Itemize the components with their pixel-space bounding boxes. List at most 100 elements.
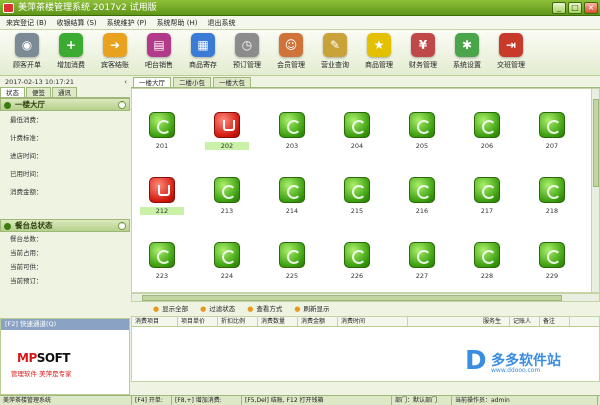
menu-item[interactable]: 系统维护 (P) [107,16,147,29]
exit-door-icon: ⇥ [499,33,523,57]
summary-panel-header[interactable]: 餐台总状态 ˄ [0,219,130,232]
table-cell[interactable]: 201 [140,112,184,150]
menu-item[interactable]: 收银结算 (S) [57,16,97,29]
left-tab[interactable]: 通讯 [52,87,77,97]
toolbar-button-6[interactable]: ☺ 会员管理 [269,30,313,76]
scroll-thumb[interactable] [142,295,562,301]
table-number: 213 [220,207,234,215]
table-number: 217 [480,207,494,215]
table-cell[interactable]: 227 [400,242,444,280]
menu-item[interactable]: 退出系统 [208,16,236,29]
table-number: 227 [415,272,429,280]
consumption-detail-table: 消费项目 项目单价 折扣比例 消费数量 消费金额 消费时间 服务生 记账人 备注 D 多多软件站… [131,316,600,382]
table-cell[interactable]: 216 [400,177,444,215]
horizontal-scrollbar[interactable] [131,293,600,302]
hall-panel-header[interactable]: 一楼大厅 ˄ [0,98,130,111]
status-field: 部门：默认部门 [392,396,452,405]
table-cell[interactable]: 207 [530,112,574,150]
watermark-url: www.ddooo.com [491,367,541,374]
table-cell[interactable]: 229 [530,242,574,280]
toolbar-label: 财务管理 [409,61,437,69]
table-cell[interactable]: 215 [335,177,379,215]
column-header[interactable]: 消费时间 [338,317,408,326]
close-button[interactable]: × [584,2,598,14]
floor-tab[interactable]: 一楼大厅 [133,77,171,87]
toolbar-button-11[interactable]: ⇥ 交班管理 [489,30,533,76]
column-header[interactable]: 记账人 [510,317,540,326]
column-header[interactable]: 消费金额 [298,317,338,326]
plus-icon: + [59,33,83,57]
table-icon [214,242,240,268]
menu-item[interactable]: 系统帮助 (H) [157,16,198,29]
watermark-logo: D [465,346,487,376]
table-cell[interactable]: 226 [335,242,379,280]
menu-item[interactable]: 来宾登记 (B) [6,16,47,29]
vertical-scrollbar[interactable] [591,89,599,292]
table-cell[interactable]: 218 [530,177,574,215]
table-icon [344,177,370,203]
table-cell[interactable]: 228 [465,242,509,280]
action-button[interactable]: 过滤状态 [200,302,235,316]
toolbar-button-2[interactable]: ➜ 宾客结账 [93,30,137,76]
hall-title: 一楼大厅 [15,100,45,109]
column-header[interactable]: 服务生 [480,317,510,326]
minimize-button[interactable]: _ [552,2,566,14]
left-tab[interactable]: 便签 [26,87,51,97]
table-icon [539,242,565,268]
hall-field: 已用时间： [10,170,43,178]
datetime-text: 2017-02-13 10:17:21 [5,78,75,86]
toolbar-button-3[interactable]: ▤ 吧台销售 [137,30,181,76]
left-tab[interactable]: 状态 [0,87,25,97]
table-cell[interactable]: 202 [205,112,249,150]
quick-channel-title[interactable]: [F2] 快速通道(Q) [1,319,129,330]
table-number: 229 [545,272,559,280]
toolbar-button-9[interactable]: ¥ 财务管理 [401,30,445,76]
table-number: 228 [480,272,494,280]
toolbar-button-8[interactable]: ★ 商品管理 [357,30,401,76]
table-cell[interactable]: 206 [465,112,509,150]
table-cell[interactable]: 224 [205,242,249,280]
table-icon [539,112,565,138]
table-cell[interactable]: 223 [140,242,184,280]
toolbar-button-10[interactable]: ✱ 系统设置 [445,30,489,76]
bullet-icon [4,223,11,230]
column-header[interactable]: 消费数量 [258,317,298,326]
table-cell[interactable]: 205 [400,112,444,150]
table-cell[interactable]: 217 [465,177,509,215]
gear-icon: ✱ [455,33,479,57]
toolbar-button-7[interactable]: ✎ 营业查询 [313,30,357,76]
toolbar-button-4[interactable]: ▦ 商品寄存 [181,30,225,76]
cup-icon [214,112,240,138]
scroll-thumb[interactable] [593,99,599,187]
hall-field: 计费标准： [10,134,43,142]
toolbar-button-5[interactable]: ◷ 预订管理 [225,30,269,76]
table-icon [409,177,435,203]
floor-tab[interactable]: 二楼小包 [173,77,211,87]
table-icon [279,242,305,268]
maximize-button[interactable]: □ [568,2,582,14]
window-controls: _ □ × [552,2,598,14]
collapse-up-icon[interactable]: ˄ [118,222,126,230]
window-title: 美萍茶楼管理系统 2017v2 试用版 [18,3,157,13]
table-cell[interactable]: 213 [205,177,249,215]
table-cell[interactable]: 214 [270,177,314,215]
floor-tab[interactable]: 一楼大包 [213,77,251,87]
collapse-icon[interactable]: ‹ [124,77,127,87]
toolbar-button-0[interactable]: ◉ 顾客开单 [5,30,49,76]
table-cell[interactable]: 204 [335,112,379,150]
column-header[interactable]: 消费项目 [132,317,178,326]
members-icon: ☺ [279,33,303,57]
toolbar-button-1[interactable]: + 增加消费 [49,30,93,76]
table-cell[interactable]: 225 [270,242,314,280]
action-button[interactable]: 显示全部 [153,302,188,316]
column-header[interactable]: 项目单价 [178,317,218,326]
action-button[interactable]: 查看方式 [247,302,282,316]
column-header[interactable]: 备注 [540,317,570,326]
table-cell[interactable]: 203 [270,112,314,150]
table-cell[interactable]: 212 [140,177,184,215]
collapse-up-icon[interactable]: ˄ [118,101,126,109]
column-header[interactable]: 折扣比例 [218,317,258,326]
table-number: 205 [415,142,429,150]
left-tabs: 状态 便签 通讯 [0,87,130,98]
action-button[interactable]: 刷新显示 [294,302,329,316]
